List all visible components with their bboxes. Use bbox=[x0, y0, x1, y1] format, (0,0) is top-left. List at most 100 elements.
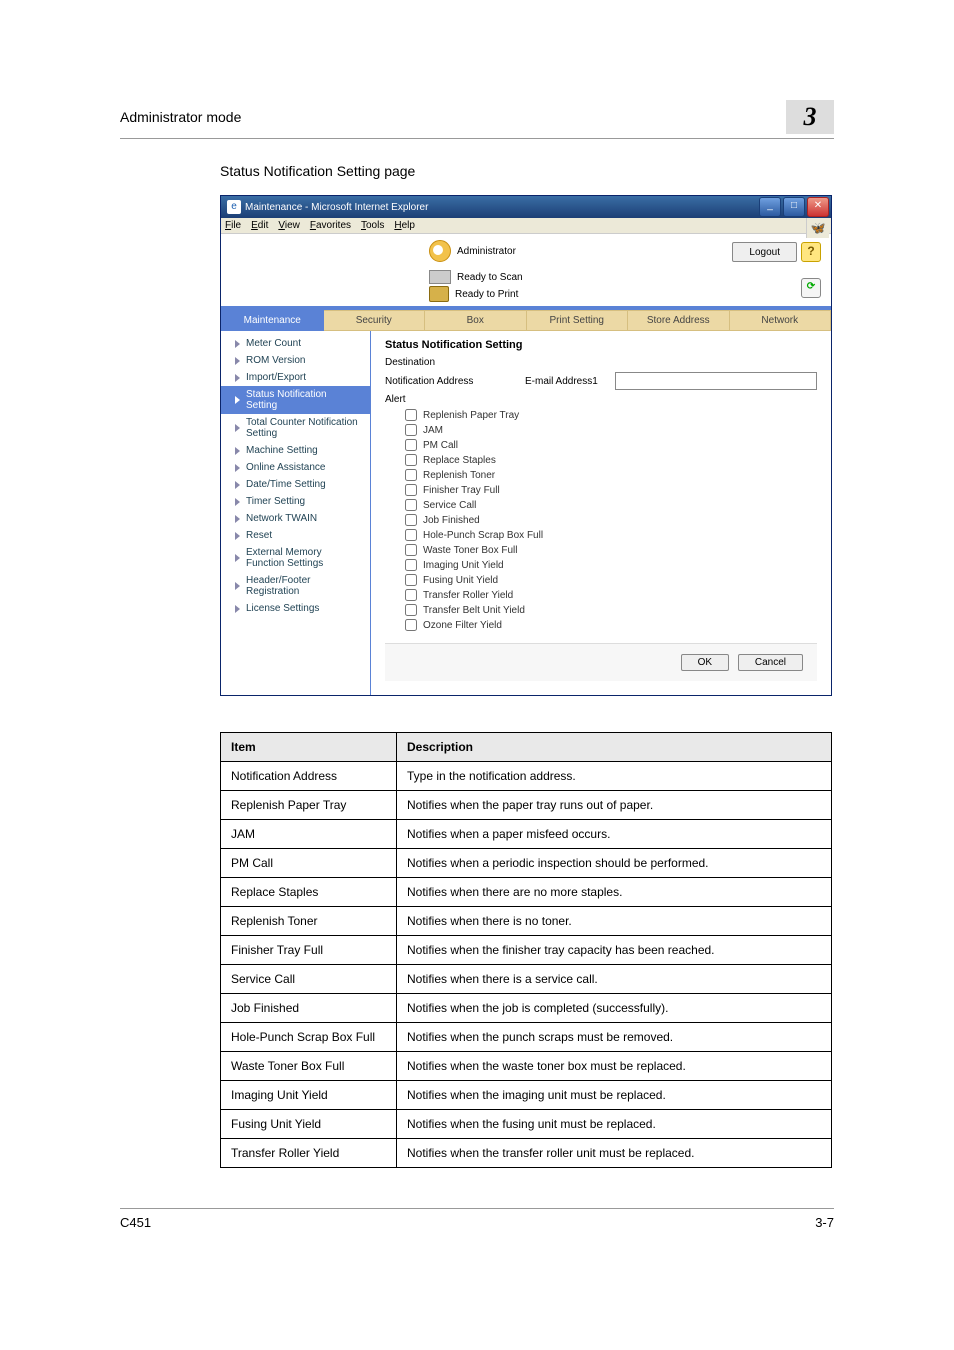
ready-scan-label: Ready to Scan bbox=[457, 272, 523, 283]
alert-checkbox[interactable] bbox=[405, 439, 417, 451]
help-icon[interactable]: ? bbox=[801, 242, 821, 262]
logout-button[interactable]: Logout bbox=[732, 242, 797, 262]
ready-print-label: Ready to Print bbox=[455, 289, 518, 300]
alert-checkbox[interactable] bbox=[405, 424, 417, 436]
alert-checkbox-row[interactable]: Waste Toner Box Full bbox=[405, 544, 817, 556]
alert-checkbox[interactable] bbox=[405, 454, 417, 466]
alert-checkbox-row[interactable]: Job Finished bbox=[405, 514, 817, 526]
alert-label: Transfer Belt Unit Yield bbox=[423, 605, 525, 616]
alert-checkbox[interactable] bbox=[405, 409, 417, 421]
tab-store-address[interactable]: Store Address bbox=[628, 310, 730, 331]
refresh-icon[interactable]: ⟳ bbox=[801, 278, 821, 298]
sidebar-item-label: License Settings bbox=[246, 603, 319, 614]
alert-checkbox[interactable] bbox=[405, 559, 417, 571]
cell-desc: Notifies when a paper misfeed occurs. bbox=[397, 820, 832, 849]
email-field[interactable] bbox=[615, 372, 817, 390]
col-desc: Description bbox=[397, 733, 832, 762]
chevron-right-icon bbox=[235, 340, 240, 348]
main-title: Status Notification Setting bbox=[385, 339, 817, 351]
sidebar-item[interactable]: Timer Setting bbox=[221, 493, 370, 510]
alert-checkbox[interactable] bbox=[405, 619, 417, 631]
alert-checkbox-row[interactable]: Transfer Belt Unit Yield bbox=[405, 604, 817, 616]
footer-right: 3-7 bbox=[815, 1215, 834, 1230]
cell-desc: Notifies when a periodic inspection shou… bbox=[397, 849, 832, 878]
sidebar-item[interactable]: Online Assistance bbox=[221, 459, 370, 476]
sidebar-item[interactable]: Meter Count bbox=[221, 335, 370, 352]
sidebar-item[interactable]: External Memory Function Settings bbox=[221, 544, 370, 572]
alert-checkbox-row[interactable]: Fusing Unit Yield bbox=[405, 574, 817, 586]
menu-file[interactable]: File bbox=[225, 220, 241, 231]
alert-label: Hole-Punch Scrap Box Full bbox=[423, 530, 543, 541]
menu-edit[interactable]: Edit bbox=[251, 220, 268, 231]
table-row: PM CallNotifies when a periodic inspecti… bbox=[221, 849, 832, 878]
sidebar-item[interactable]: Date/Time Setting bbox=[221, 476, 370, 493]
sidebar-item-label: Meter Count bbox=[246, 338, 301, 349]
user-icon bbox=[429, 240, 451, 262]
scanner-icon bbox=[429, 270, 451, 284]
alert-checkbox-row[interactable]: PM Call bbox=[405, 439, 817, 451]
alert-checkbox[interactable] bbox=[405, 604, 417, 616]
minimize-button[interactable]: _ bbox=[759, 197, 781, 217]
alert-checkbox-row[interactable]: Replace Staples bbox=[405, 454, 817, 466]
alert-label: Finisher Tray Full bbox=[423, 485, 500, 496]
running-header: Administrator mode 3 bbox=[120, 100, 834, 139]
alert-checkbox[interactable] bbox=[405, 544, 417, 556]
alert-checkbox-row[interactable]: Transfer Roller Yield bbox=[405, 589, 817, 601]
maximize-button[interactable]: □ bbox=[783, 197, 805, 217]
tab-box[interactable]: Box bbox=[425, 310, 527, 331]
cancel-button[interactable]: Cancel bbox=[738, 654, 803, 671]
sidebar-item-label: Import/Export bbox=[246, 372, 306, 383]
cell-desc: Notifies when the job is completed (succ… bbox=[397, 994, 832, 1023]
tab-print-setting[interactable]: Print Setting bbox=[527, 310, 629, 331]
close-button[interactable]: ✕ bbox=[807, 197, 829, 217]
alert-checkbox[interactable] bbox=[405, 514, 417, 526]
role-label: Administrator bbox=[457, 246, 516, 257]
chevron-right-icon bbox=[235, 447, 240, 455]
titlebar: e Maintenance - Microsoft Internet Explo… bbox=[221, 196, 831, 218]
menu-tools[interactable]: Tools bbox=[361, 220, 384, 231]
sidebar-item[interactable]: Status Notification Setting bbox=[221, 386, 370, 414]
chevron-right-icon bbox=[235, 481, 240, 489]
menu-favorites[interactable]: Favorites bbox=[310, 220, 351, 231]
alert-checkbox-row[interactable]: JAM bbox=[405, 424, 817, 436]
window-title: Maintenance - Microsoft Internet Explore… bbox=[245, 202, 428, 213]
alert-checkbox-row[interactable]: Service Call bbox=[405, 499, 817, 511]
tab-maintenance[interactable]: Maintenance bbox=[221, 310, 324, 331]
table-row: Replenish Paper TrayNotifies when the pa… bbox=[221, 791, 832, 820]
ok-button[interactable]: OK bbox=[681, 654, 729, 671]
alert-checkbox-row[interactable]: Replenish Paper Tray bbox=[405, 409, 817, 421]
sidebar-item[interactable]: ROM Version bbox=[221, 352, 370, 369]
alert-checkbox[interactable] bbox=[405, 499, 417, 511]
sidebar-item[interactable]: Reset bbox=[221, 527, 370, 544]
menu-help[interactable]: Help bbox=[394, 220, 415, 231]
alert-checkbox-row[interactable]: Ozone Filter Yield bbox=[405, 619, 817, 631]
chevron-right-icon bbox=[235, 554, 240, 562]
alert-checkbox[interactable] bbox=[405, 574, 417, 586]
menu-view[interactable]: View bbox=[278, 220, 300, 231]
alert-checkbox-row[interactable]: Hole-Punch Scrap Box Full bbox=[405, 529, 817, 541]
chevron-right-icon bbox=[235, 532, 240, 540]
sidebar-item[interactable]: Header/Footer Registration bbox=[221, 572, 370, 600]
tab-network[interactable]: Network bbox=[730, 310, 832, 331]
table-row: Imaging Unit YieldNotifies when the imag… bbox=[221, 1081, 832, 1110]
sidebar-item[interactable]: Machine Setting bbox=[221, 442, 370, 459]
alert-label: Imaging Unit Yield bbox=[423, 560, 504, 571]
table-row: Replenish TonerNotifies when there is no… bbox=[221, 907, 832, 936]
chevron-right-icon bbox=[235, 605, 240, 613]
alert-checkbox[interactable] bbox=[405, 529, 417, 541]
alert-checkbox[interactable] bbox=[405, 589, 417, 601]
sidebar-item[interactable]: Network TWAIN bbox=[221, 510, 370, 527]
sidebar-item[interactable]: Total Counter Notification Setting bbox=[221, 414, 370, 442]
cell-item: PM Call bbox=[221, 849, 397, 878]
table-row: Finisher Tray FullNotifies when the fini… bbox=[221, 936, 832, 965]
alert-label: Transfer Roller Yield bbox=[423, 590, 513, 601]
alert-checkbox-row[interactable]: Replenish Toner bbox=[405, 469, 817, 481]
alert-checkbox[interactable] bbox=[405, 469, 417, 481]
sidebar-item[interactable]: Import/Export bbox=[221, 369, 370, 386]
alert-checkbox[interactable] bbox=[405, 484, 417, 496]
sidebar-item[interactable]: License Settings bbox=[221, 600, 370, 617]
chevron-right-icon bbox=[235, 396, 240, 404]
alert-checkbox-row[interactable]: Imaging Unit Yield bbox=[405, 559, 817, 571]
tab-security[interactable]: Security bbox=[324, 310, 426, 331]
alert-checkbox-row[interactable]: Finisher Tray Full bbox=[405, 484, 817, 496]
